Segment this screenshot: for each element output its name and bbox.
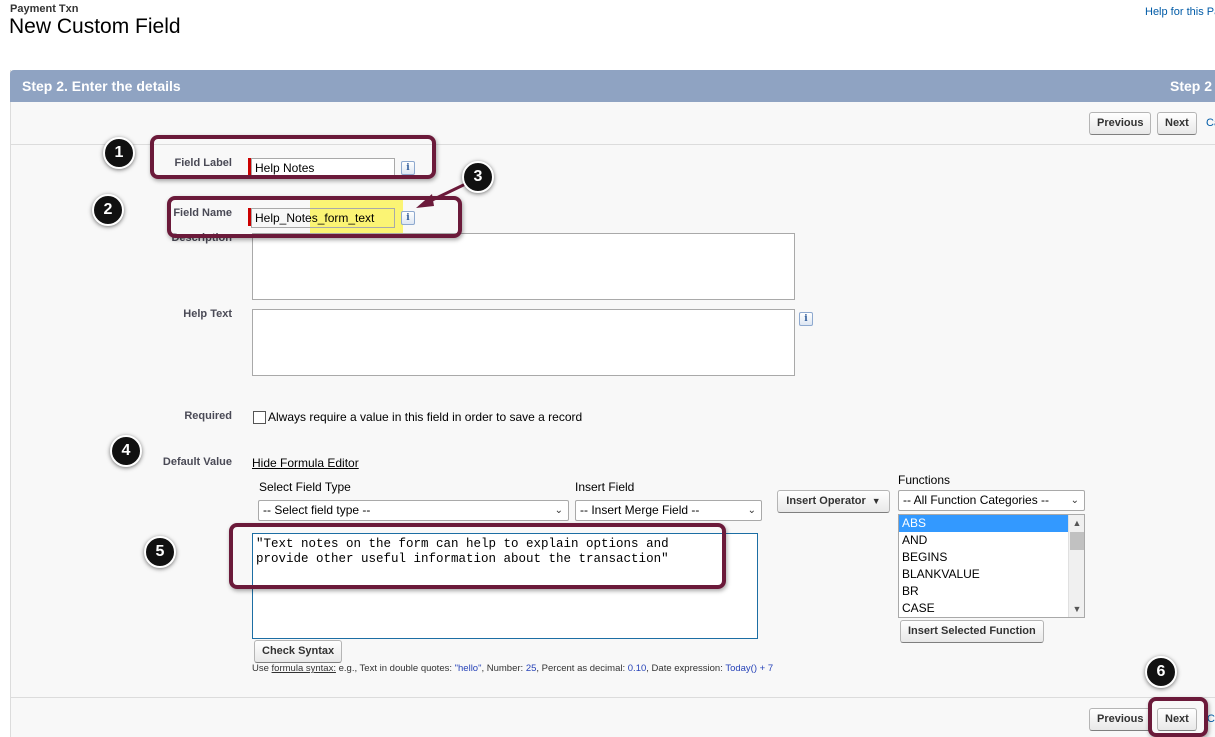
function-option[interactable]: BLANKVALUE	[899, 566, 1084, 583]
check-syntax-button[interactable]: Check Syntax	[254, 640, 343, 663]
scroll-up-icon[interactable]: ▲	[1069, 515, 1084, 531]
callout-badge-6: 6	[1145, 656, 1177, 688]
callout-badge-1: 1	[103, 137, 135, 169]
hint-text: , Percent as decimal:	[536, 663, 626, 674]
function-option[interactable]: ABS	[899, 515, 1068, 532]
help-text-textarea[interactable]	[252, 309, 795, 376]
insert-field-dropdown[interactable]: -- Insert Merge Field -- ⌄	[575, 500, 762, 521]
callout-box-field-label	[150, 135, 436, 179]
insert-field-value: -- Insert Merge Field --	[580, 503, 700, 517]
panel-header	[10, 70, 1215, 102]
page-title: New Custom Field	[9, 15, 181, 38]
insert-operator-label: Insert Operator	[786, 495, 866, 507]
function-option[interactable]: CASE	[899, 600, 1084, 617]
insert-selected-function-button[interactable]: Insert Selected Function	[900, 620, 1044, 643]
callout-box-formula	[229, 523, 726, 589]
callout-badge-5: 5	[144, 536, 176, 568]
callout-badge-2: 2	[92, 194, 124, 226]
hint-example: "hello"	[454, 663, 482, 674]
function-category-value: -- All Function Categories --	[903, 493, 1050, 507]
function-option[interactable]: BR	[899, 583, 1084, 600]
function-option[interactable]: AND	[899, 532, 1084, 549]
insert-field-label: Insert Field	[575, 480, 635, 494]
divider-bottom	[10, 697, 1215, 698]
previous-button-bottom[interactable]: Previous	[1089, 708, 1152, 731]
hide-formula-editor-link[interactable]: Hide Formula Editor	[252, 456, 359, 470]
cancel-link-top[interactable]: Ca	[1206, 117, 1215, 129]
select-field-type-value: -- Select field type --	[263, 503, 371, 517]
hint-text: , Date expression:	[646, 663, 723, 674]
help-text-label: Help Text	[183, 308, 232, 320]
listbox-scrollbar[interactable]: ▲ ▼	[1068, 515, 1084, 617]
chevron-down-icon: ⌄	[554, 505, 563, 516]
function-option[interactable]: BEGINS	[899, 549, 1084, 566]
previous-button-top[interactable]: Previous	[1089, 112, 1152, 135]
function-category-dropdown[interactable]: -- All Function Categories -- ⌄	[898, 490, 1085, 511]
hint-text: Use	[252, 663, 269, 674]
insert-operator-button[interactable]: Insert Operator ▼	[777, 490, 890, 513]
functions-listbox[interactable]: ABS AND BEGINS BLANKVALUE BR CASE ▲ ▼	[898, 514, 1085, 618]
select-field-type-dropdown[interactable]: -- Select field type -- ⌄	[258, 500, 569, 521]
required-label: Required	[184, 410, 232, 422]
hint-example: 25	[525, 663, 537, 674]
scroll-down-icon[interactable]: ▼	[1069, 601, 1084, 617]
hint-text: e.g., Text in double quotes:	[338, 663, 452, 674]
formula-syntax-link[interactable]: formula syntax:	[272, 663, 336, 674]
caret-down-icon: ▼	[871, 496, 881, 506]
formula-hint: Use formula syntax: e.g., Text in double…	[252, 663, 773, 674]
chevron-down-icon: ⌄	[1070, 495, 1079, 506]
cancel-link-bottom[interactable]: C	[1207, 713, 1215, 725]
functions-label: Functions	[898, 473, 951, 487]
hint-text: , Number:	[481, 663, 524, 674]
hint-example: 0.10	[627, 663, 647, 674]
required-checkbox-text: Always require a value in this field in …	[268, 410, 583, 424]
panel-header-step: Step 2	[1170, 78, 1213, 94]
panel-header-title: Step 2. Enter the details	[22, 78, 181, 94]
next-button-top[interactable]: Next	[1157, 112, 1197, 135]
callout-badge-3: 3	[462, 161, 494, 193]
select-field-type-label: Select Field Type	[259, 480, 351, 494]
info-icon[interactable]: i	[799, 312, 813, 326]
callout-box-next	[1148, 697, 1208, 737]
description-textarea[interactable]	[252, 233, 795, 300]
callout-badge-4: 4	[110, 435, 142, 467]
breadcrumb: Payment Txn	[10, 3, 79, 15]
hint-example: Today() + 7	[725, 663, 774, 674]
help-link[interactable]: Help for this Pa	[1145, 6, 1215, 18]
scroll-thumb[interactable]	[1070, 532, 1084, 550]
required-checkbox[interactable]	[253, 411, 266, 424]
chevron-down-icon: ⌄	[747, 505, 756, 516]
